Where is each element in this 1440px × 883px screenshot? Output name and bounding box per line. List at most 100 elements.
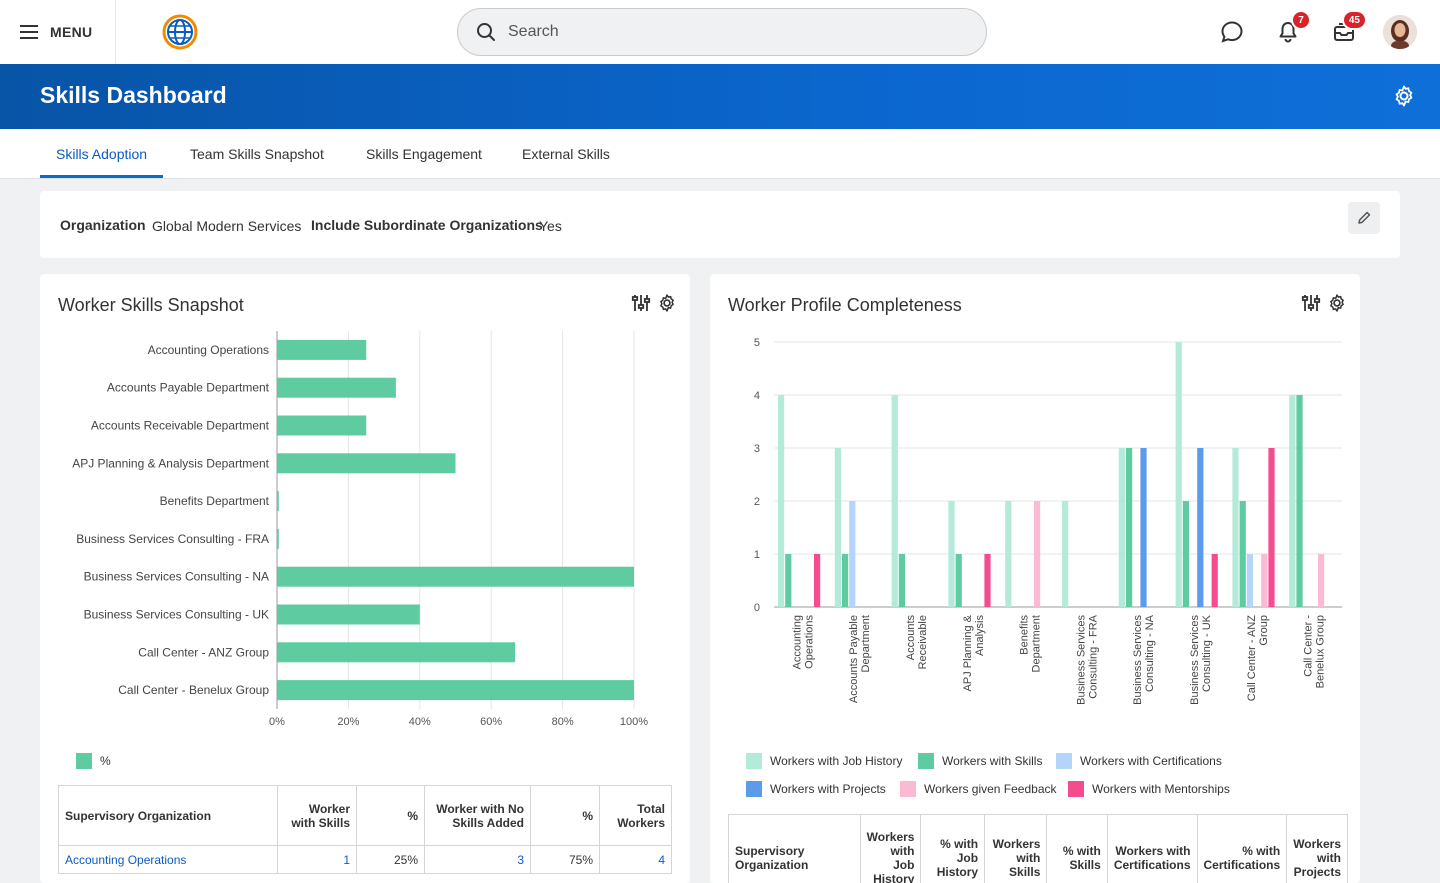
profile-completeness-bar-chart: 0 1 2 3 4 5 AccountingOperations Accounts Payab… — [754, 337, 1342, 705]
legend-swatch — [918, 753, 934, 769]
legend-item-workers-given-feedback[interactable]: Workers given Feedback — [900, 781, 1057, 797]
bar-accounts-receivable-department[interactable] — [277, 415, 367, 436]
chart-settings-gear-icon[interactable] — [1327, 293, 1347, 313]
col-supervisory-organization[interactable]: Supervisory Organization — [58, 785, 278, 846]
bar-workers-with-certifications-8[interactable] — [1246, 554, 1253, 607]
bar-workers-with-job-history-1[interactable] — [834, 448, 841, 607]
legend-item-workers-with-skills[interactable]: Workers with Skills — [918, 753, 1042, 769]
legend-label: Workers with Skills — [942, 754, 1043, 768]
col-pct-skills[interactable]: % with Skills — [1046, 814, 1108, 883]
col-pct-job-history[interactable]: % with Job History — [920, 814, 986, 883]
col-workers-projects[interactable]: Workers with Projects — [1286, 814, 1348, 883]
y-tick-label: Accounts Payable Department — [107, 381, 270, 395]
bar-benefits-department[interactable] — [277, 491, 279, 512]
bar-workers-with-job-history-7[interactable] — [1175, 342, 1182, 607]
col-worker-with-skills[interactable]: Worker with Skills — [277, 785, 357, 846]
chart-settings-gear-icon[interactable] — [657, 293, 677, 313]
edit-filters-button[interactable] — [1348, 202, 1380, 234]
bar-workers-given-feedback-4[interactable] — [1034, 501, 1041, 607]
bar-workers-with-job-history-4[interactable] — [1005, 501, 1012, 607]
x-tick-label: Accounts PayableDepartment — [848, 615, 872, 703]
bar-workers-with-mentorships-8[interactable] — [1268, 448, 1275, 607]
bar-workers-with-skills-9[interactable] — [1296, 395, 1303, 607]
bar-workers-with-projects-7[interactable] — [1197, 448, 1204, 607]
top-bar: MENU 7 45 — [0, 0, 1440, 64]
bar-business-services-consulting-uk[interactable] — [277, 604, 420, 625]
col-skills-percent[interactable]: % — [356, 785, 425, 846]
bar-workers-with-job-history-8[interactable] — [1232, 448, 1239, 607]
col-no-skills-added[interactable]: Worker with No Skills Added — [424, 785, 531, 846]
total-workers-link[interactable]: 4 — [658, 853, 665, 867]
bar-apj-planning-analysis-department[interactable] — [277, 453, 456, 474]
y-tick-label: 5 — [754, 337, 760, 349]
bar-workers-with-job-history-3[interactable] — [948, 501, 955, 607]
legend-label: Workers given Feedback — [924, 782, 1057, 796]
tab-team-skills-snapshot[interactable]: Team Skills Snapshot — [174, 129, 340, 178]
bar-accounting-operations[interactable] — [277, 339, 367, 360]
search-input[interactable] — [508, 23, 948, 41]
filter-sliders-icon[interactable] — [1301, 293, 1321, 313]
notifications-button[interactable]: 7 — [1274, 10, 1311, 46]
x-tick-label: Call Center -Benelux Group — [1303, 615, 1327, 689]
legend-item-workers-with-certifications[interactable]: Workers with Certifications — [1056, 753, 1222, 769]
bar-workers-with-job-history-0[interactable] — [778, 395, 785, 607]
bar-accounts-payable-department[interactable] — [277, 377, 396, 398]
col-pct-certifications[interactable]: % with Certifications — [1196, 814, 1288, 883]
col-no-skills-percent[interactable]: % — [530, 785, 600, 846]
skills-chart-legend: % — [76, 753, 111, 769]
legend-item-workers-with-job-history[interactable]: Workers with Job History — [746, 753, 902, 769]
bar-workers-given-feedback-9[interactable] — [1318, 554, 1325, 607]
bar-workers-with-job-history-5[interactable] — [1062, 501, 1069, 607]
no-skills-percent-cell: 75% — [530, 845, 600, 874]
col-workers-skills[interactable]: Workers with Skills — [984, 814, 1048, 883]
bar-workers-with-mentorships-3[interactable] — [984, 554, 991, 607]
filter-sliders-icon[interactable] — [631, 293, 651, 313]
filter-summary: Organization Global Modern Services Incl… — [40, 191, 1400, 258]
notifications-badge: 7 — [1291, 10, 1311, 30]
col-workers-job-history[interactable]: Workers with Job History — [859, 814, 922, 883]
bar-workers-with-mentorships-0[interactable] — [814, 554, 821, 607]
bar-workers-with-certifications-1[interactable] — [849, 501, 856, 607]
bar-workers-with-mentorships-7[interactable] — [1211, 554, 1218, 607]
tab-skills-adoption[interactable]: Skills Adoption — [40, 129, 164, 178]
menu-button[interactable]: MENU — [0, 0, 116, 64]
col-workers-certifications[interactable]: Workers with Certifications — [1106, 814, 1198, 883]
user-avatar[interactable] — [1383, 15, 1417, 49]
bar-workers-with-skills-3[interactable] — [955, 554, 962, 607]
legend-item-workers-with-mentorships[interactable]: Workers with Mentorships — [1068, 781, 1230, 797]
bar-workers-with-job-history-9[interactable] — [1289, 395, 1296, 607]
bar-workers-with-skills-6[interactable] — [1126, 448, 1133, 607]
workday-logo-icon[interactable] — [162, 14, 198, 50]
bar-business-services-consulting-na[interactable] — [277, 566, 634, 587]
x-tick-label: 80% — [552, 716, 574, 728]
bar-call-center-anz-group[interactable] — [277, 642, 516, 663]
org-link-accounting-operations[interactable]: Accounting Operations — [65, 853, 186, 867]
bar-workers-with-skills-1[interactable] — [842, 554, 849, 607]
worker-with-skills-link[interactable]: 1 — [343, 853, 350, 867]
x-tick-label: AccountsReceivable — [905, 615, 929, 670]
search-bar[interactable] — [457, 8, 987, 56]
chat-bubble-icon — [1221, 21, 1243, 43]
bar-workers-given-feedback-8[interactable] — [1261, 554, 1268, 607]
bar-workers-with-skills-0[interactable] — [785, 554, 792, 607]
bar-workers-with-job-history-2[interactable] — [891, 395, 898, 607]
col-supervisory-organization[interactable]: Supervisory Organization — [728, 814, 861, 883]
bar-workers-with-skills-2[interactable] — [898, 554, 905, 607]
x-tick-label: Business ServicesConsulting - FRA — [1075, 614, 1099, 705]
bar-workers-with-projects-6[interactable] — [1140, 448, 1147, 607]
inbox-button[interactable]: 45 — [1330, 10, 1367, 46]
tab-external-skills[interactable]: External Skills — [506, 129, 626, 178]
bar-workers-with-job-history-6[interactable] — [1118, 448, 1125, 607]
no-skills-added-link[interactable]: 3 — [517, 853, 524, 867]
bar-workers-with-skills-8[interactable] — [1239, 501, 1246, 607]
bar-business-services-consulting-fra[interactable] — [277, 528, 279, 549]
y-tick-label: Benefits Department — [160, 494, 270, 508]
bar-call-center-benelux-group[interactable] — [277, 680, 634, 701]
x-tick-label: 20% — [337, 716, 359, 728]
legend-item-workers-with-projects[interactable]: Workers with Projects — [746, 781, 886, 797]
tab-skills-engagement[interactable]: Skills Engagement — [350, 129, 498, 178]
dashboard-settings-button[interactable] — [1392, 84, 1416, 108]
bar-workers-with-skills-7[interactable] — [1182, 501, 1189, 607]
chat-button[interactable] — [1218, 18, 1246, 46]
col-total-workers[interactable]: Total Workers — [599, 785, 672, 846]
